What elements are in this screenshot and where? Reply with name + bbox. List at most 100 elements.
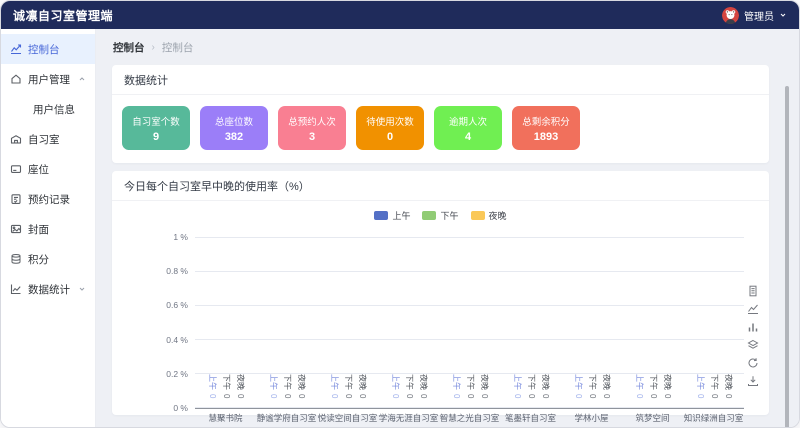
data-view-icon[interactable] [747, 285, 759, 297]
sidebar-item-label: 自习室 [28, 132, 60, 147]
avatar[interactable] [722, 7, 739, 24]
y-axis-tick: 0.8 % [166, 266, 188, 276]
rotated-bar-label: 下午 0 [282, 374, 292, 404]
stat-card-value: 0 [387, 131, 393, 143]
breadcrumb-root[interactable]: 控制台 [113, 40, 145, 55]
series-value-label: 0 [207, 394, 217, 398]
rotated-bar-label: 上午 0 [695, 374, 705, 404]
sidebar-item-user-management[interactable]: 用户管理 [1, 64, 95, 94]
y-axis-tick: 1 % [173, 232, 188, 242]
series-name-label: 夜晚 [601, 374, 611, 390]
download-icon[interactable] [747, 375, 759, 387]
rotated-bar-label: 下午 0 [404, 374, 414, 404]
series-name-label: 夜晚 [540, 374, 550, 390]
rotated-bar-label: 夜晚 0 [662, 374, 672, 404]
series-name-label: 夜晚 [357, 374, 367, 390]
rotated-bar-label: 下午 0 [648, 374, 658, 404]
bar-label-group: 上午 0 下午 0 [195, 367, 256, 407]
series-value-label: 0 [268, 394, 278, 398]
y-axis-tick: 0 % [173, 403, 188, 413]
sidebar-item-points[interactable]: 积分 [1, 244, 95, 274]
rotated-bar-label: 夜晚 0 [479, 374, 489, 404]
sidebar-item-statistics[interactable]: 数据统计 [1, 274, 95, 304]
bar-label-group: 上午 0 下午 0 [256, 367, 317, 407]
series-value-label: 0 [390, 394, 400, 398]
stat-card: 待使用次数 0 [356, 106, 424, 150]
x-axis-category-label: 筑梦空间 [622, 412, 683, 424]
legend-item[interactable]: 下午 [422, 209, 458, 222]
rotated-bar-label: 夜晚 0 [540, 374, 550, 404]
user-menu[interactable]: 管理员 [722, 7, 787, 24]
line-chart-icon[interactable] [747, 303, 759, 315]
series-name-label: 上午 [451, 374, 461, 390]
stat-card-label: 待使用次数 [366, 114, 414, 128]
x-axis-category-label: 静谧学府自习室 [256, 412, 317, 424]
sidebar-item-seat[interactable]: 座位 [1, 154, 95, 184]
legend-item[interactable]: 上午 [374, 209, 410, 222]
rotated-bar-label: 夜晚 0 [235, 374, 245, 404]
legend-swatch [374, 211, 388, 220]
stat-card-value: 3 [309, 131, 315, 143]
gridline [195, 271, 744, 272]
stat-card: 总剩余积分 1893 [512, 106, 580, 150]
bar-label-group: 上午 0 下午 0 [561, 367, 622, 407]
stack-icon[interactable] [747, 339, 759, 351]
series-name-label: 夜晚 [296, 374, 306, 390]
sidebar-item-study-room[interactable]: 自习室 [1, 124, 95, 154]
sidebar-item-label: 用户管理 [28, 72, 70, 87]
restore-icon[interactable] [747, 357, 759, 369]
series-value-label: 0 [723, 394, 733, 398]
series-value-label: 0 [662, 394, 672, 398]
series-name-label: 上午 [268, 374, 278, 390]
series-name-label: 上午 [512, 374, 522, 390]
bar-label-group: 上午 0 下午 0 [683, 367, 744, 407]
x-axis-category-label: 学林小屋 [561, 412, 622, 424]
breadcrumb: 控制台 › 控制台 [96, 29, 799, 65]
gridline [195, 237, 744, 238]
rotated-bar-label: 上午 0 [329, 374, 339, 404]
stat-card-label: 自习室个数 [132, 114, 180, 128]
user-label: 管理员 [744, 8, 774, 23]
x-axis-category-label: 慧聚书院 [195, 412, 256, 424]
image-icon [10, 223, 22, 235]
chart-toolbox [747, 285, 759, 387]
legend-label: 下午 [440, 209, 458, 222]
x-axis-category-label: 学海无涯自习室 [378, 412, 439, 424]
series-value-label: 0 [418, 394, 428, 398]
sidebar-item-label: 数据统计 [28, 282, 70, 297]
chevron-up-icon [78, 75, 86, 83]
series-name-label: 夜晚 [235, 374, 245, 390]
sidebar-item-user-info[interactable]: 用户信息 [1, 94, 95, 124]
bar-label-group: 上午 0 下午 0 [317, 367, 378, 407]
bar-label-groups: 上午 0 下午 0 [195, 367, 744, 407]
legend-label: 夜晚 [489, 209, 507, 222]
sidebar-item-reservations[interactable]: 预约记录 [1, 184, 95, 214]
bar-chart-icon[interactable] [747, 321, 759, 333]
series-name-label: 上午 [634, 374, 644, 390]
vertical-scrollbar[interactable] [785, 86, 789, 428]
y-axis-tick: 0.6 % [166, 300, 188, 310]
stat-cards-row: 自习室个数 9 总座位数 382 总预约人次 3 [112, 95, 769, 163]
bar-label-group: 上午 0 下午 0 [439, 367, 500, 407]
series-value-label: 0 [709, 394, 719, 398]
series-name-label: 夜晚 [418, 374, 428, 390]
legend-item[interactable]: 夜晚 [471, 209, 507, 222]
seat-card-icon [10, 163, 22, 175]
rotated-bar-label: 上午 0 [634, 374, 644, 404]
series-name-label: 上午 [695, 374, 705, 390]
series-value-label: 0 [648, 394, 658, 398]
sidebar-item-label: 用户信息 [33, 102, 75, 117]
sidebar-item-dashboard[interactable]: 控制台 [1, 34, 95, 64]
home-icon [10, 73, 22, 85]
sidebar-item-label: 封面 [28, 222, 49, 237]
stats-chart-icon [10, 283, 22, 295]
sidebar-item-cover[interactable]: 封面 [1, 214, 95, 244]
series-value-label: 0 [282, 394, 292, 398]
x-axis-category-label: 笔墨轩自习室 [500, 412, 561, 424]
series-value-label: 0 [404, 394, 414, 398]
stat-card-label: 逾期人次 [449, 114, 487, 128]
rotated-bar-label: 夜晚 0 [296, 374, 306, 404]
series-name-label: 上午 [390, 374, 400, 390]
rotated-bar-label: 下午 0 [709, 374, 719, 404]
series-value-label: 0 [526, 394, 536, 398]
